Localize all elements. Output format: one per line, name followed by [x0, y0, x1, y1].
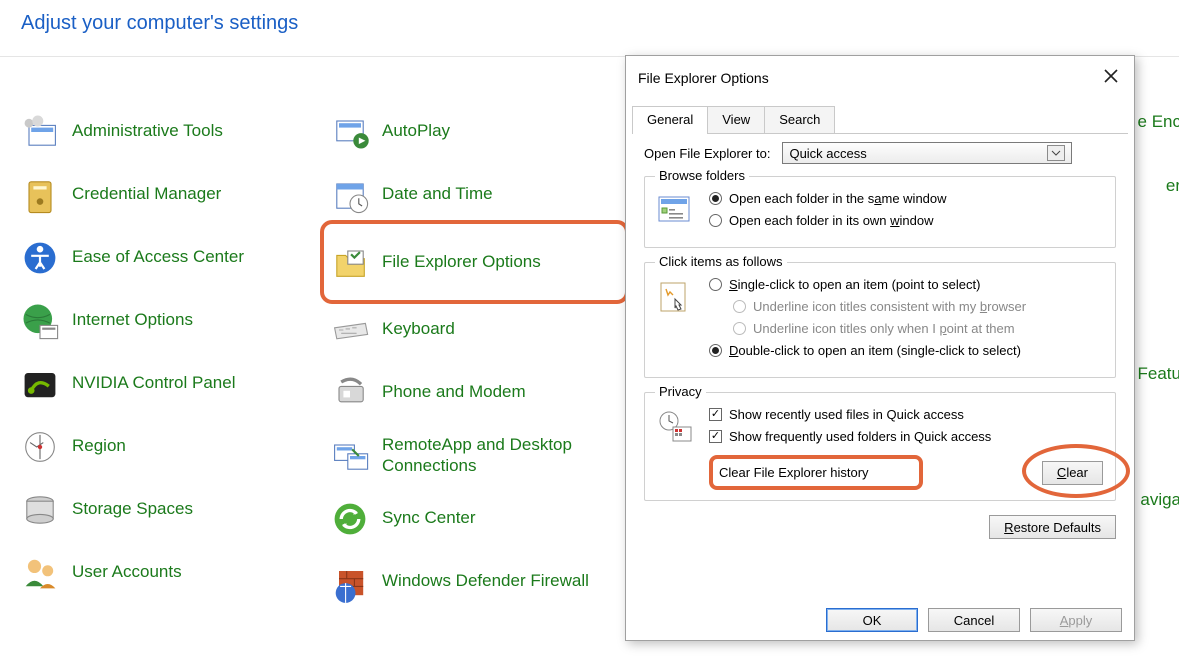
windows-defender-firewall-icon: [328, 560, 372, 604]
cp-item-ease-of-access-center[interactable]: Ease of Access Center: [18, 226, 313, 289]
checkbox-recent-files[interactable]: Show recently used files in Quick access: [709, 407, 1105, 422]
cp-item-label: NVIDIA Control Panel: [72, 373, 235, 393]
cp-item-partial[interactable]: Featu: [1138, 364, 1179, 384]
clear-history-label: Clear File Explorer history: [711, 457, 921, 488]
radio-icon: [709, 278, 722, 291]
cp-item-label: Phone and Modem: [382, 382, 526, 402]
region-icon: [18, 425, 62, 469]
group-label: Click items as follows: [655, 254, 787, 269]
cp-item-label: Ease of Access Center: [72, 247, 244, 267]
internet-options-icon: [18, 299, 62, 343]
radio-underline-browser: Underline icon titles consistent with my…: [733, 299, 1105, 314]
cp-item-internet-options[interactable]: Internet Options: [18, 289, 313, 352]
cp-item-keyboard[interactable]: Keyboard: [328, 298, 623, 361]
storage-spaces-icon: [18, 488, 62, 532]
cp-item-label: Keyboard: [382, 319, 455, 339]
cp-item-label: Credential Manager: [72, 184, 221, 204]
cp-item-partial[interactable]: e Enc: [1138, 112, 1179, 132]
keyboard-icon: [328, 308, 372, 352]
group-browse-folders: Browse folders Open each folder in the s…: [644, 176, 1116, 248]
cp-item-date-and-time[interactable]: Date and Time: [328, 163, 623, 226]
chevron-down-icon: [1047, 145, 1065, 161]
tab-panel-general: Open File Explorer to: Quick access Brow…: [636, 142, 1124, 590]
dialog-footer: OK Cancel Apply: [626, 608, 1134, 632]
cp-item-partial[interactable]: er: [1166, 176, 1179, 196]
open-to-value: Quick access: [789, 146, 866, 161]
cp-item-sync-center[interactable]: Sync Center: [328, 487, 623, 550]
user-accounts-icon: [18, 551, 62, 595]
close-button[interactable]: [1095, 64, 1127, 88]
group-click-items: Click items as follows Single-click to o…: [644, 262, 1116, 378]
radio-same-window[interactable]: Open each folder in the same window: [709, 191, 1105, 206]
remoteapp-desktop-icon: [328, 434, 372, 478]
autoplay-icon: [328, 110, 372, 154]
cp-item-autoplay[interactable]: AutoPlay: [328, 100, 623, 163]
cp-item-file-explorer-options[interactable]: File Explorer Options: [326, 226, 623, 298]
tab-general[interactable]: General: [632, 106, 708, 133]
tab-bar: General View Search: [632, 106, 1128, 134]
group-privacy: Privacy Show recently used files in Quic…: [644, 392, 1116, 501]
group-label: Browse folders: [655, 168, 749, 183]
cp-item-label: Windows Defender Firewall: [382, 571, 589, 591]
cp-item-label: RemoteApp and Desktop Connections: [382, 435, 623, 476]
cp-item-partial[interactable]: aviga: [1140, 490, 1179, 510]
file-explorer-options-dialog: File Explorer Options General View Searc…: [625, 55, 1135, 641]
cp-item-label: Sync Center: [382, 508, 476, 528]
cancel-button[interactable]: Cancel: [928, 608, 1020, 632]
checkbox-frequent-folders[interactable]: Show frequently used folders in Quick ac…: [709, 429, 1105, 444]
tab-search[interactable]: Search: [764, 106, 835, 133]
nvidia-control-panel-icon: [18, 362, 62, 406]
ease-of-access-center-icon: [18, 236, 62, 280]
cp-item-storage-spaces[interactable]: Storage Spaces: [18, 478, 313, 541]
radio-icon: [709, 214, 722, 227]
radio-single-click[interactable]: Single-click to open an item (point to s…: [709, 277, 1105, 292]
open-to-dropdown[interactable]: Quick access: [782, 142, 1072, 164]
cp-item-label: Administrative Tools: [72, 121, 223, 141]
privacy-icon: [655, 407, 697, 449]
close-icon: [1104, 69, 1118, 83]
browse-folders-icon: [655, 191, 697, 233]
clear-button[interactable]: Clear: [1042, 461, 1103, 485]
cp-item-label: File Explorer Options: [382, 252, 541, 272]
cp-item-label: Region: [72, 436, 126, 456]
cp-item-label: Storage Spaces: [72, 499, 193, 519]
sync-center-icon: [328, 497, 372, 541]
credential-manager-icon: [18, 173, 62, 217]
cp-item-label: User Accounts: [72, 562, 182, 582]
radio-own-window[interactable]: Open each folder in its own window: [709, 213, 1105, 228]
radio-icon: [709, 192, 722, 205]
cp-item-label: Date and Time: [382, 184, 493, 204]
cp-item-phone-and-modem[interactable]: Phone and Modem: [328, 361, 623, 424]
radio-icon: [709, 344, 722, 357]
checkbox-icon: [709, 408, 722, 421]
ok-button[interactable]: OK: [826, 608, 918, 632]
restore-defaults-button[interactable]: Restore Defaults: [989, 515, 1116, 539]
cp-item-label: AutoPlay: [382, 121, 450, 141]
cp-item-region[interactable]: Region: [18, 415, 313, 478]
dialog-title: File Explorer Options: [638, 70, 769, 86]
cp-item-windows-defender-firewall[interactable]: Windows Defender Firewall: [328, 550, 623, 613]
file-explorer-options-icon: [328, 240, 372, 284]
tab-view[interactable]: View: [707, 106, 765, 133]
administrative-tools-icon: [18, 110, 62, 154]
radio-icon: [733, 300, 746, 313]
cp-item-administrative-tools[interactable]: Administrative Tools: [18, 100, 313, 163]
cp-item-label: Internet Options: [72, 310, 193, 330]
radio-double-click[interactable]: Double-click to open an item (single-cli…: [709, 343, 1105, 358]
checkbox-icon: [709, 430, 722, 443]
open-to-label: Open File Explorer to:: [644, 146, 770, 161]
phone-and-modem-icon: [328, 371, 372, 415]
apply-button[interactable]: Apply: [1030, 608, 1122, 632]
cp-item-remoteapp-desktop[interactable]: RemoteApp and Desktop Connections: [328, 424, 623, 487]
cp-item-nvidia-control-panel[interactable]: NVIDIA Control Panel: [18, 352, 313, 415]
click-items-icon: [655, 277, 697, 319]
radio-icon: [733, 322, 746, 335]
cp-item-user-accounts[interactable]: User Accounts: [18, 541, 313, 604]
cp-item-credential-manager[interactable]: Credential Manager: [18, 163, 313, 226]
radio-underline-point: Underline icon titles only when I point …: [733, 321, 1105, 336]
page-title: Adjust your computer's settings: [21, 12, 298, 35]
group-label: Privacy: [655, 384, 706, 399]
date-and-time-icon: [328, 173, 372, 217]
